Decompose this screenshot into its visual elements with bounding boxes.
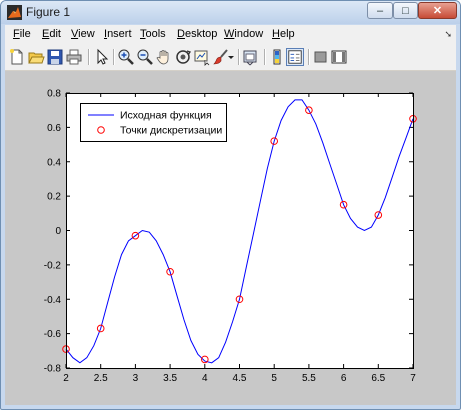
open-file-icon[interactable] xyxy=(27,48,45,66)
legend-label-original-function: Исходная функция xyxy=(120,110,212,122)
title-bar[interactable]: Figure 1 – □ ✕ xyxy=(1,1,460,24)
y-tick-label: -0.8 xyxy=(44,364,62,375)
x-tick-label: 2.5 xyxy=(94,373,108,384)
figure-canvas-area: 2 2.5 3 3.5 4 4.5 5 5.5 6 6.5 7 0.8 0.6 0.4 0.2 0 -0.2 -0… xyxy=(5,71,456,405)
x-tick-label: 4 xyxy=(202,373,208,384)
window-title: Figure 1 xyxy=(26,5,71,19)
toolbar-separator xyxy=(113,49,115,65)
pan-hand-icon[interactable] xyxy=(155,48,173,66)
y-tick-label: 0 xyxy=(55,226,61,237)
save-icon[interactable] xyxy=(46,48,64,66)
menu-edit[interactable]: Edit xyxy=(42,28,61,40)
y-tick-label: -0.2 xyxy=(44,260,62,271)
close-button[interactable]: ✕ xyxy=(418,2,457,19)
toolbar-separator xyxy=(88,49,90,65)
minimize-button[interactable]: – xyxy=(367,2,393,19)
menu-view[interactable]: View xyxy=(71,28,95,40)
x-tick-label: 6.5 xyxy=(371,373,385,384)
y-tick-label: 0.8 xyxy=(47,89,61,100)
x-tick-label: 5 xyxy=(271,373,277,384)
menu-help[interactable]: Help xyxy=(272,28,295,40)
maximize-button[interactable]: □ xyxy=(393,2,418,19)
toolbar-separator xyxy=(238,49,240,65)
hide-plot-tools-icon[interactable] xyxy=(312,48,330,66)
x-tick-label: 2 xyxy=(63,373,69,384)
zoom-out-icon[interactable] xyxy=(136,48,154,66)
figure-toolbar xyxy=(5,44,456,71)
y-tick-label: 0.6 xyxy=(47,123,61,134)
show-plot-tools-icon[interactable] xyxy=(330,48,348,66)
plot-svg: 2 2.5 3 3.5 4 4.5 5 5.5 6 6.5 7 0.8 0.6 0.4 0.2 0 -0.2 -0… xyxy=(44,89,417,385)
x-tick-label: 6 xyxy=(341,373,347,384)
y-tick-label: -0.4 xyxy=(44,295,62,306)
figure-window: Figure 1 – □ ✕ File Edit View Insert Too… xyxy=(0,0,461,410)
y-tick-label: -0.6 xyxy=(44,329,62,340)
x-tick-label: 4.5 xyxy=(233,373,247,384)
x-tick-label: 5.5 xyxy=(302,373,316,384)
edit-plot-arrow-icon[interactable] xyxy=(93,48,111,66)
y-tick-label: 0.2 xyxy=(47,192,61,203)
link-plot-icon[interactable] xyxy=(242,48,260,66)
matlab-logo-icon xyxy=(7,5,22,20)
legend-label-sample-points: Точки дискретизации xyxy=(120,125,222,137)
colorbar-icon[interactable] xyxy=(268,48,286,66)
axes[interactable]: 2 2.5 3 3.5 4 4.5 5 5.5 6 6.5 7 0.8 0.6 0.4 0.2 0 -0.2 -0… xyxy=(44,89,417,385)
toolbar-separator xyxy=(264,49,266,65)
rotate-3d-icon[interactable] xyxy=(174,48,192,66)
zoom-in-icon[interactable] xyxy=(117,48,135,66)
toolbar-separator xyxy=(308,49,310,65)
brush-dropdown-icon[interactable] xyxy=(227,48,235,66)
data-cursor-icon[interactable] xyxy=(193,48,211,66)
new-figure-icon[interactable] xyxy=(8,48,26,66)
print-icon[interactable] xyxy=(65,48,83,66)
menu-desktop[interactable]: Desktop xyxy=(177,28,217,40)
menu-tools[interactable]: Tools xyxy=(140,28,166,40)
x-tick-label: 3.5 xyxy=(163,373,177,384)
y-tick-label: 0.4 xyxy=(47,157,61,168)
menu-bar: File Edit View Insert Tools Desktop Wind… xyxy=(5,25,456,44)
x-tick-label: 3 xyxy=(133,373,139,384)
menu-window[interactable]: Window xyxy=(224,28,263,40)
menu-dock-arrow-icon[interactable]: ➘ xyxy=(444,29,452,40)
menu-file[interactable]: File xyxy=(13,28,31,40)
menu-insert[interactable]: Insert xyxy=(104,28,132,40)
legend-icon[interactable] xyxy=(286,48,304,66)
x-tick-label: 7 xyxy=(410,373,416,384)
